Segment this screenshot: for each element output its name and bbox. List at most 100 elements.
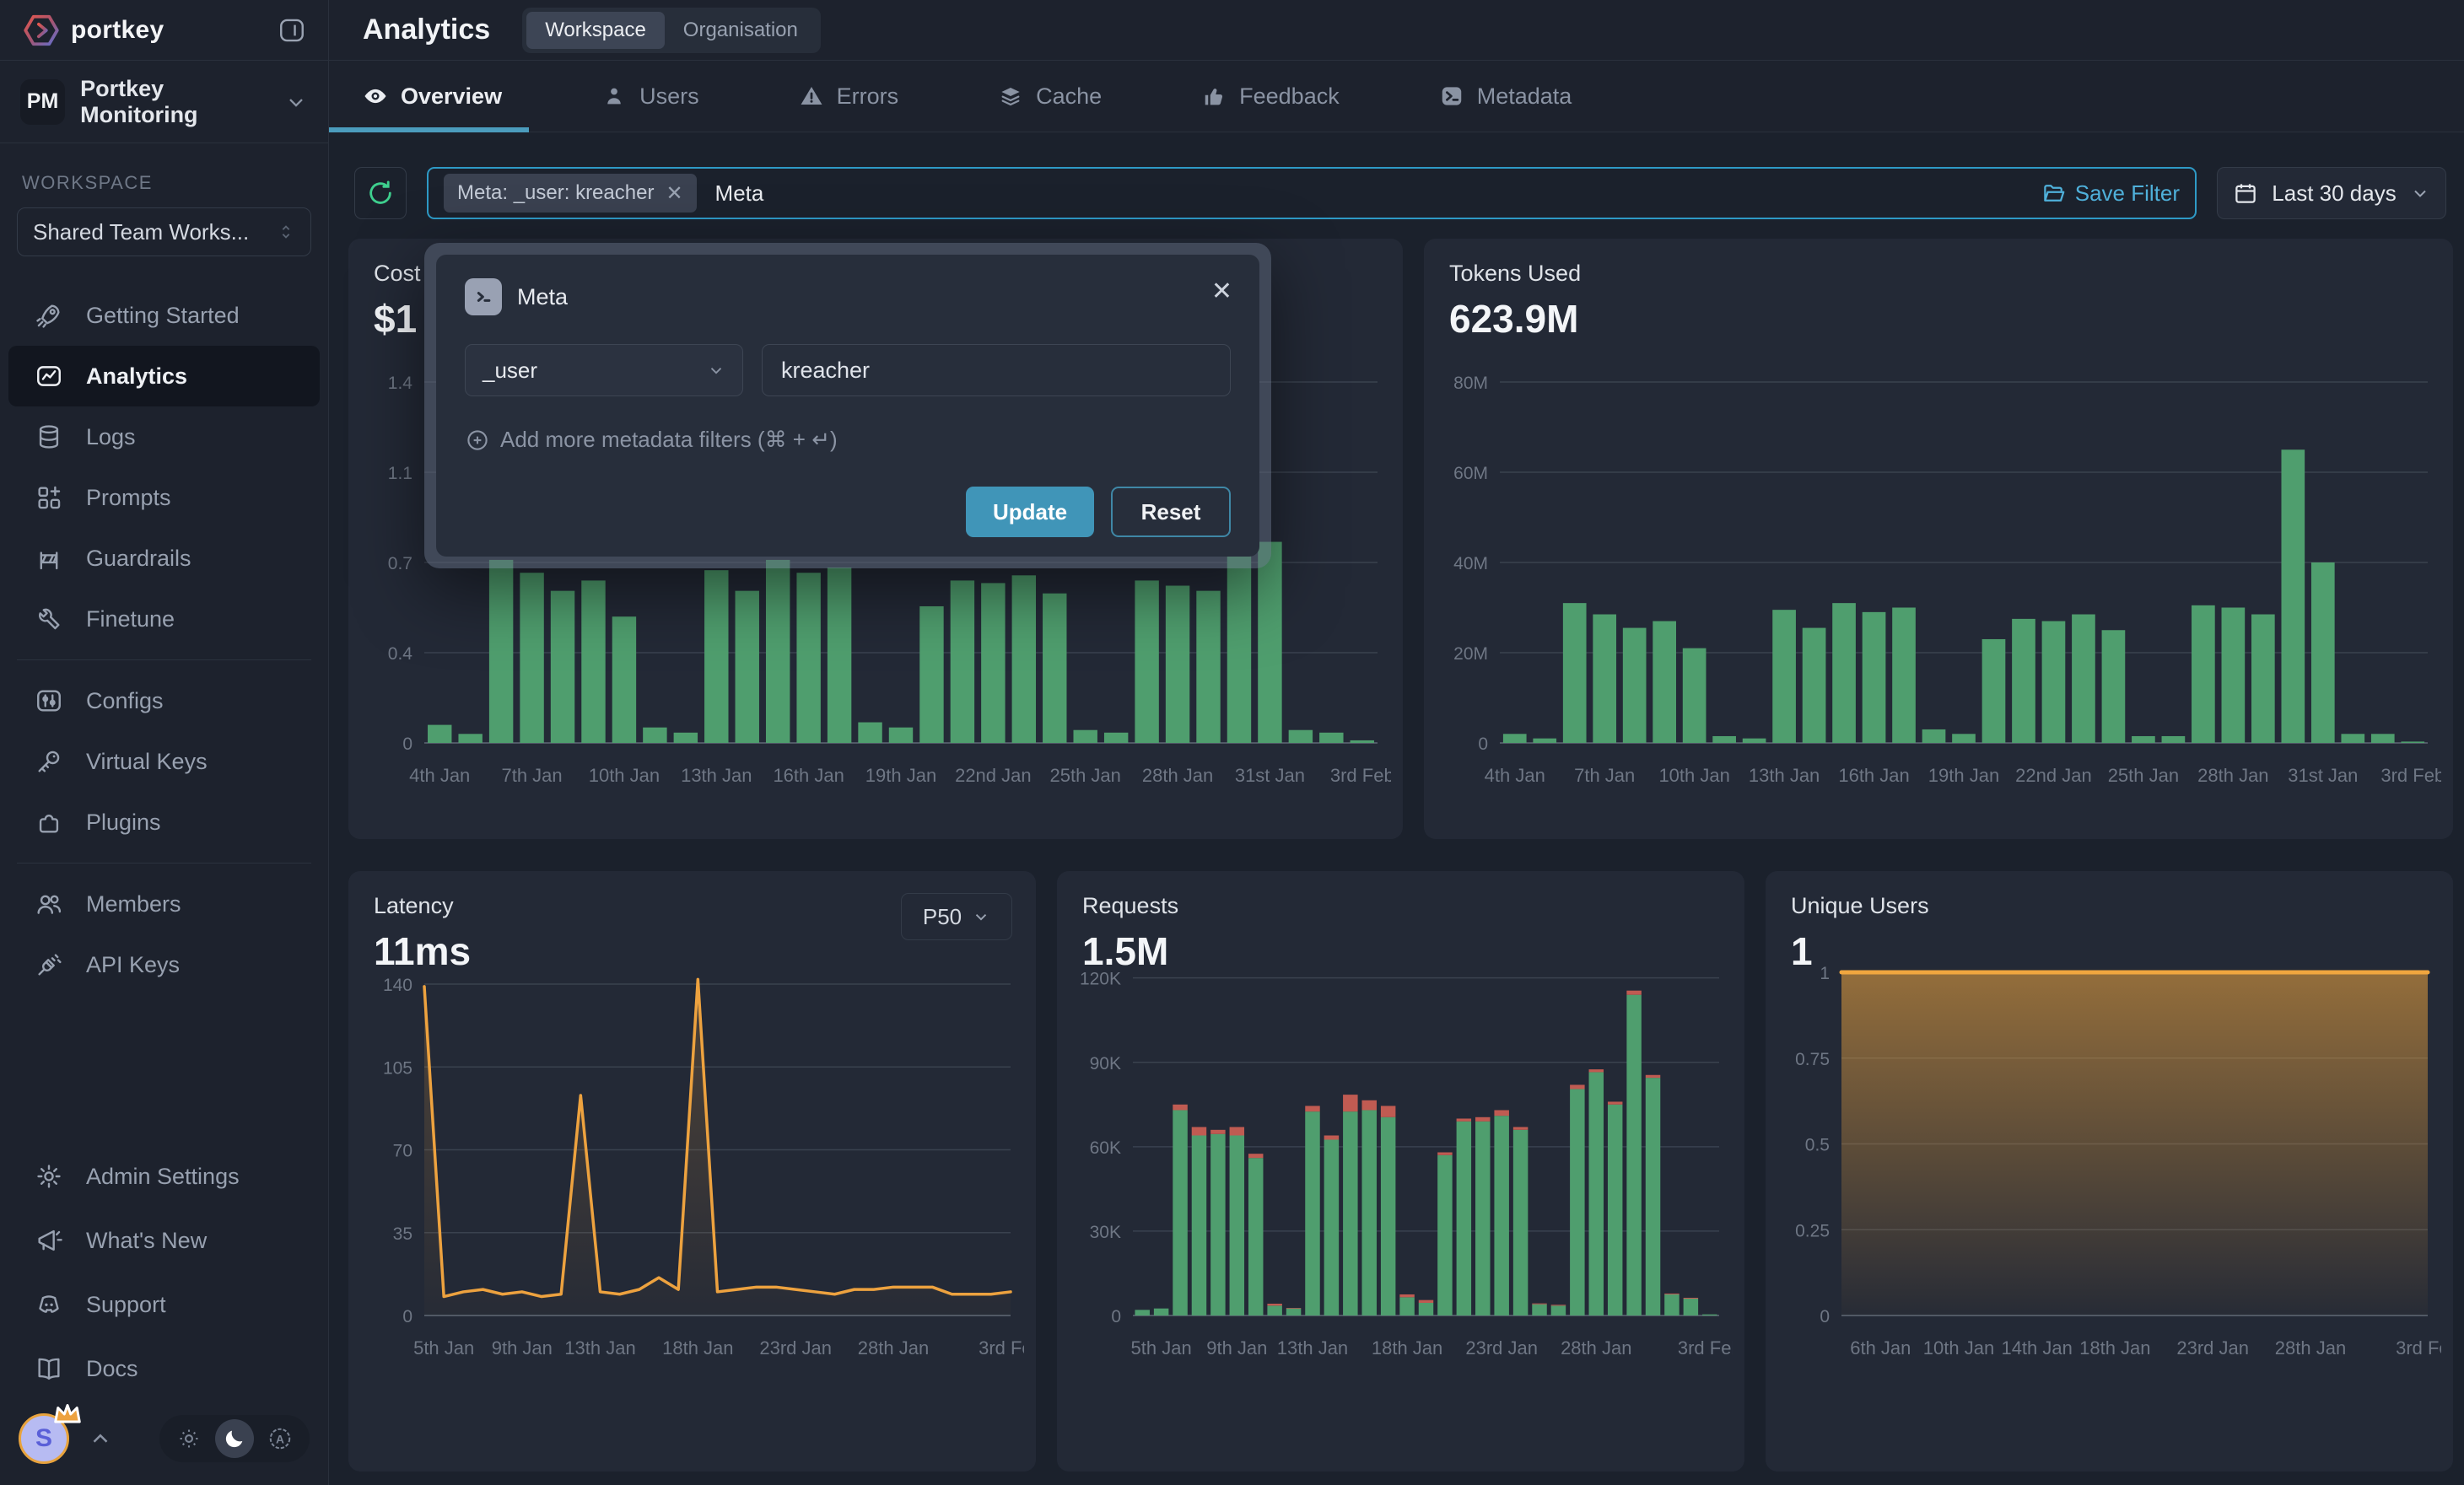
svg-text:60K: 60K [1090, 1138, 1121, 1158]
workspace-selector[interactable]: Shared Team Works... [17, 207, 311, 256]
light-theme-sun-icon[interactable] [170, 1419, 208, 1458]
tab-cache[interactable]: Cache [998, 83, 1102, 110]
tab-feedback[interactable]: Feedback [1201, 83, 1340, 110]
sidebar-item-finetune[interactable]: Finetune [8, 589, 320, 649]
discord-icon [34, 1289, 64, 1320]
chevron-down-icon [2410, 183, 2430, 203]
svg-text:35: 35 [393, 1224, 412, 1244]
analytics-icon [34, 361, 64, 391]
database-icon [34, 422, 64, 452]
chevron-up-icon[interactable] [88, 1426, 113, 1451]
filter-chip[interactable]: Meta: _user: kreacher ✕ [444, 174, 697, 213]
sidebar-item-admin-settings[interactable]: Admin Settings [8, 1144, 320, 1208]
requests-card: Requests1.5M120K90K60K30K05th Jan9th Jan… [1057, 871, 1744, 1472]
svg-text:20M: 20M [1453, 644, 1488, 664]
svg-text:25th Jan: 25th Jan [2108, 765, 2179, 786]
sidebar-item-getting-started[interactable]: Getting Started [8, 285, 320, 346]
meta-filter-input[interactable]: Meta: _user: kreacher ✕ Meta Save Filter [427, 167, 2197, 219]
svg-text:0: 0 [1820, 1307, 1830, 1326]
svg-text:23rd Jan: 23rd Jan [2176, 1337, 2249, 1359]
save-filter-button[interactable]: Save Filter [2041, 180, 2180, 207]
folder-icon [2041, 180, 2067, 206]
svg-text:0: 0 [402, 1307, 412, 1326]
scope-toggle: Workspace Organisation [522, 8, 821, 53]
svg-text:4th Jan: 4th Jan [409, 765, 470, 786]
workspace-section-label: WORKSPACE [22, 172, 306, 194]
scope-workspace[interactable]: Workspace [526, 12, 665, 49]
percentile-select[interactable]: P50 [901, 893, 1012, 940]
svg-text:A: A [276, 1434, 284, 1446]
reset-button[interactable]: Reset [1111, 487, 1231, 537]
svg-text:6th Jan: 6th Jan [1850, 1337, 1911, 1359]
card-title: Requests [1082, 893, 1178, 919]
book-icon [34, 1353, 64, 1384]
meta-key-select[interactable]: _user [465, 344, 743, 396]
plus-circle-icon [465, 428, 490, 453]
svg-text:1.1: 1.1 [388, 464, 412, 483]
svg-text:0.75: 0.75 [1795, 1050, 1830, 1069]
svg-text:13th Jan: 13th Jan [681, 765, 752, 786]
sidebar-item-configs[interactable]: Configs [8, 670, 320, 731]
svg-text:13th Jan: 13th Jan [1277, 1337, 1348, 1359]
close-icon[interactable]: ✕ [1211, 277, 1232, 306]
auto-theme-icon[interactable]: A [261, 1419, 299, 1458]
svg-text:40M: 40M [1453, 554, 1488, 573]
latency-chart: 140105703505th Jan9th Jan13th Jan18th Ja… [360, 955, 1024, 1461]
theme-toggle: A [159, 1415, 310, 1462]
tab-errors[interactable]: Errors [799, 83, 899, 110]
terminal-icon [465, 278, 502, 315]
sidebar-item-api-keys[interactable]: API Keys [8, 934, 320, 995]
sidebar-item-virtual-keys[interactable]: Virtual Keys [8, 731, 320, 792]
add-metadata-filter-button[interactable]: Add more metadata filters (⌘ + ↵) [465, 427, 1231, 453]
card-title: Tokens Used [1449, 261, 1581, 287]
svg-text:18th Jan: 18th Jan [1372, 1337, 1442, 1359]
sidebar-item-members[interactable]: Members [8, 874, 320, 934]
sidebar-item-prompts[interactable]: Prompts [8, 467, 320, 528]
svg-text:1.4: 1.4 [388, 374, 413, 393]
scope-organisation[interactable]: Organisation [665, 12, 817, 49]
latency-card: Latency11msP50140105703505th Jan9th Jan1… [348, 871, 1036, 1472]
sidebar-item-support[interactable]: Support [8, 1272, 320, 1337]
sidebar-divider [17, 659, 311, 660]
svg-text:140: 140 [383, 976, 412, 995]
tokens-chart: 80M60M40M20M04th Jan7th Jan10th Jan13th … [1436, 365, 2441, 829]
gear-icon [34, 1161, 64, 1192]
sidebar-item-logs[interactable]: Logs [8, 406, 320, 467]
dark-theme-moon-icon[interactable] [215, 1419, 254, 1458]
sidebar-item-analytics[interactable]: Analytics [8, 346, 320, 406]
svg-text:3rd Feb: 3rd Feb [2396, 1337, 2441, 1359]
svg-text:13th Jan: 13th Jan [1749, 765, 1820, 786]
chip-close-icon[interactable]: ✕ [666, 181, 682, 206]
svg-text:0.5: 0.5 [1805, 1136, 1830, 1155]
meta-value-input[interactable]: kreacher [762, 344, 1231, 396]
org-avatar: PM [20, 79, 65, 125]
date-range-button[interactable]: Last 30 days [2217, 167, 2446, 219]
members-icon [34, 889, 64, 919]
svg-text:3rd Feb: 3rd Feb [1678, 1337, 1733, 1359]
sidebar-item-what-s-new[interactable]: What's New [8, 1208, 320, 1272]
refresh-button[interactable] [354, 167, 407, 219]
sidebar-nav: Getting StartedAnalyticsLogsPromptsGuard… [0, 285, 328, 995]
tab-overview[interactable]: Overview [363, 83, 502, 110]
org-switcher[interactable]: PM Portkey Monitoring [0, 61, 328, 143]
svg-text:19th Jan: 19th Jan [865, 765, 936, 786]
svg-text:22nd Jan: 22nd Jan [955, 765, 1032, 786]
tab-metadata[interactable]: Metadata [1439, 83, 1572, 110]
card-title: Unique Users [1791, 893, 1929, 919]
sidebar-item-docs[interactable]: Docs [8, 1337, 320, 1401]
tab-users[interactable]: Users [601, 83, 699, 110]
sidebar-item-guardrails[interactable]: Guardrails [8, 528, 320, 589]
sidebar-item-plugins[interactable]: Plugins [8, 792, 320, 853]
update-button[interactable]: Update [966, 487, 1094, 537]
meta-modal: Meta ✕ _user kreacher Add more metadat [436, 255, 1259, 557]
filter-bar: Meta: _user: kreacher ✕ Meta Save Filter… [354, 167, 2446, 219]
svg-text:23rd Jan: 23rd Jan [759, 1337, 832, 1359]
svg-text:0: 0 [1478, 734, 1488, 754]
sidebar-collapse-icon[interactable] [278, 16, 306, 45]
user-row: S A [0, 1401, 328, 1485]
prompts-icon [34, 482, 64, 513]
svg-text:70: 70 [393, 1142, 412, 1161]
key-icon [34, 746, 64, 777]
svg-text:105: 105 [383, 1058, 412, 1078]
svg-text:13th Jan: 13th Jan [564, 1337, 635, 1359]
